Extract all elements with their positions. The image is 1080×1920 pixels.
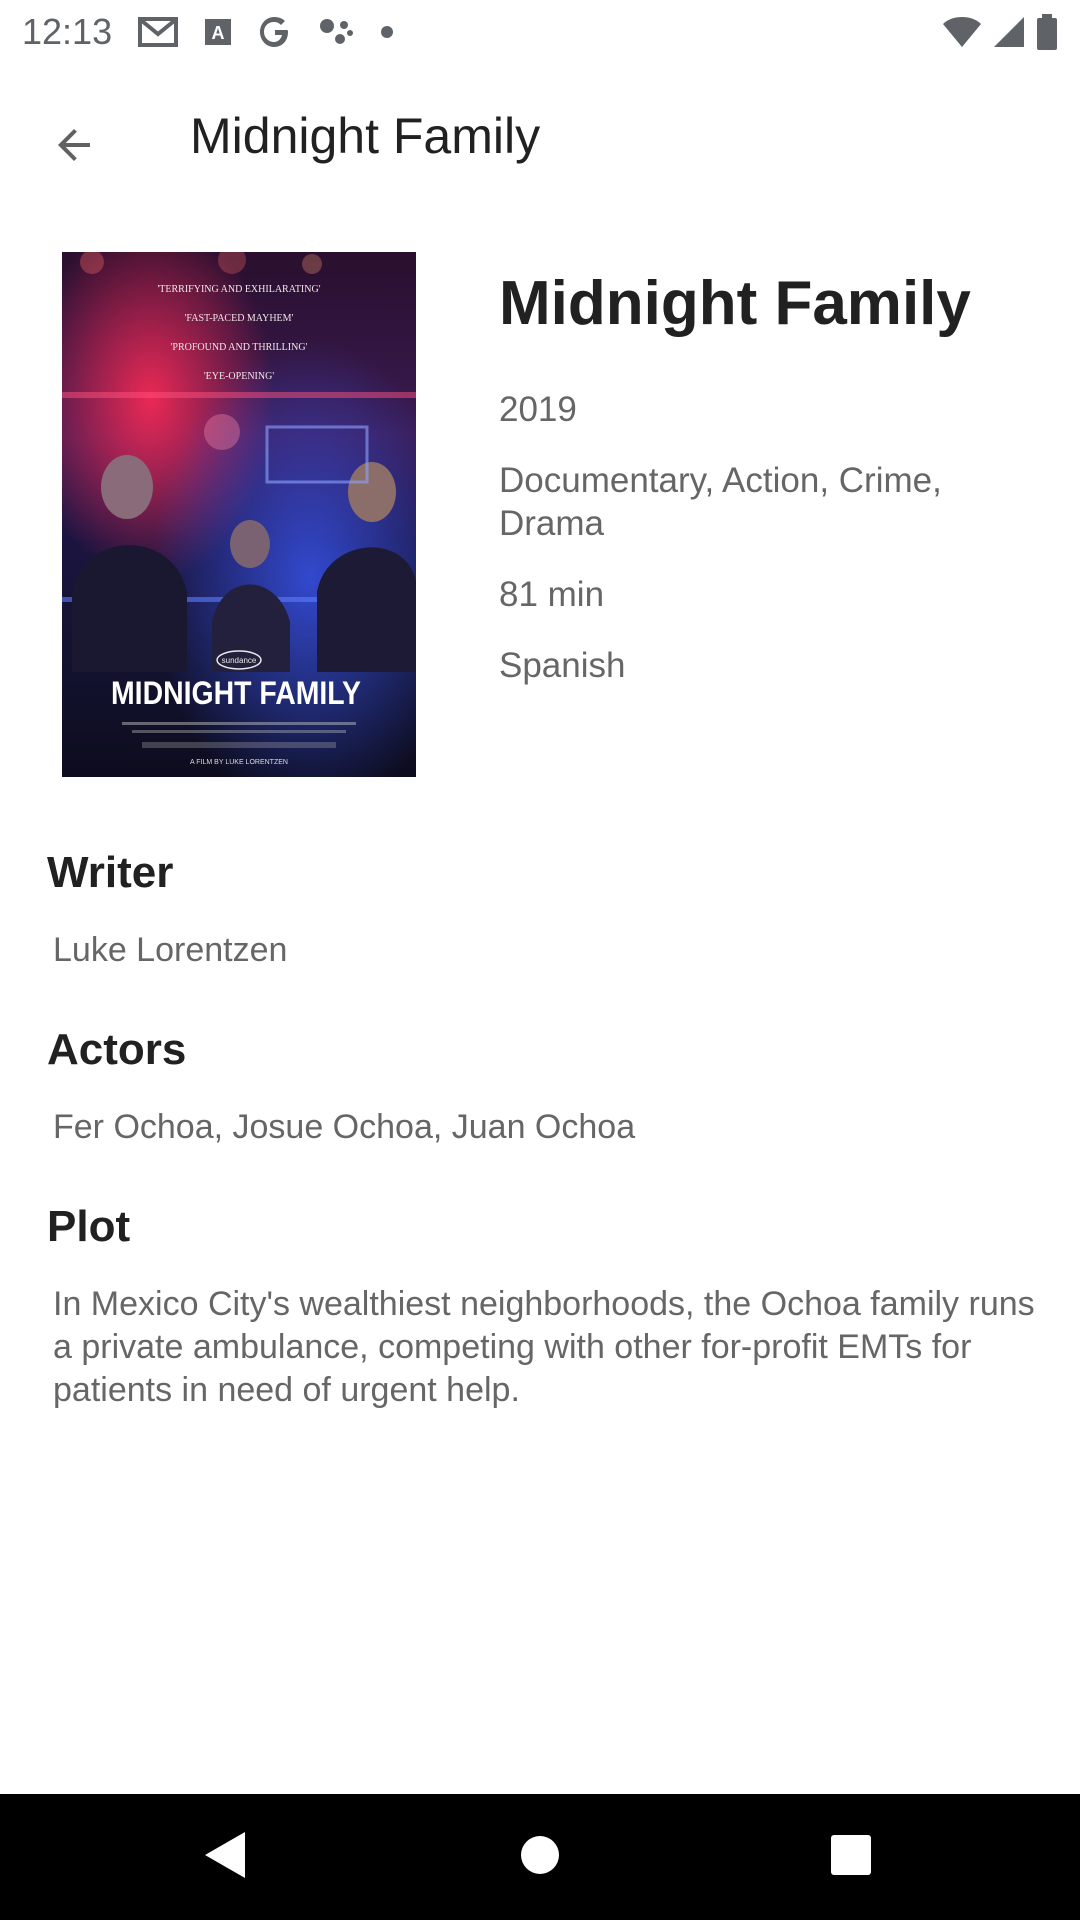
signal-icon — [992, 16, 1026, 48]
poster-quote-3: 'PROFOUND AND THRILLING' — [171, 342, 308, 353]
poster-title: MIDNIGHT FAMILY — [111, 675, 361, 711]
status-time: 12:13 — [22, 10, 113, 52]
navigation-bar — [0, 1794, 1080, 1920]
status-bar: 12:13 A — [0, 0, 1080, 63]
system-icons — [942, 13, 1058, 50]
a-box-icon: A — [204, 18, 232, 46]
app-bar-title: Midnight Family — [190, 108, 541, 164]
plot-text: In Mexico City's wealthiest neighborhood… — [53, 1285, 1035, 1409]
poster-badge: sundance — [222, 656, 257, 665]
gmail-icon — [138, 16, 179, 48]
nav-home-button[interactable] — [507, 1824, 573, 1890]
movie-genre: Documentary, Action, Crime, Drama — [499, 461, 942, 543]
movie-poster: 'TERRIFYING AND EXHILARATING' 'FAST-PACE… — [62, 252, 416, 777]
poster-quote-4: 'EYE-OPENING' — [204, 371, 274, 382]
actors-heading: Actors — [47, 1025, 187, 1074]
movie-title: Midnight Family — [499, 269, 971, 338]
assistant-icon — [318, 17, 354, 47]
app-bar: Midnight Family — [0, 63, 1080, 210]
battery-icon — [1036, 13, 1058, 50]
writer-heading: Writer — [47, 848, 174, 897]
nav-recents-icon — [830, 1834, 872, 1881]
nav-recents-button[interactable] — [818, 1824, 884, 1890]
notification-icons: A — [138, 15, 394, 49]
movie-year: 2019 — [499, 390, 577, 429]
nav-back-button[interactable] — [192, 1824, 258, 1890]
poster-quote-2: 'FAST-PACED MAYHEM' — [185, 313, 294, 324]
google-icon — [258, 15, 292, 49]
writer-text: Luke Lorentzen — [53, 931, 288, 969]
movie-details: Midnight Family 2019 Documentary, Action… — [499, 262, 1039, 687]
poster-quote-1: 'TERRIFYING AND EXHILARATING' — [157, 284, 320, 295]
nav-home-icon — [520, 1835, 560, 1880]
poster-credit: A FILM BY LUKE LORENTZEN — [190, 759, 288, 766]
movie-detail-screen: 12:13 A Midnight Family 'TERRIFYING AND … — [0, 0, 1080, 1920]
dot-icon — [380, 25, 394, 39]
svg-text:A: A — [212, 23, 225, 43]
plot-heading: Plot — [47, 1202, 131, 1251]
wifi-icon — [942, 16, 982, 48]
actors-text: Fer Ochoa, Josue Ochoa, Juan Ochoa — [53, 1108, 636, 1146]
movie-runtime: 81 min — [499, 575, 605, 614]
back-button[interactable] — [30, 103, 118, 191]
nav-back-icon — [203, 1830, 247, 1885]
arrow-back-icon — [50, 121, 98, 174]
movie-language: Spanish — [499, 646, 626, 685]
